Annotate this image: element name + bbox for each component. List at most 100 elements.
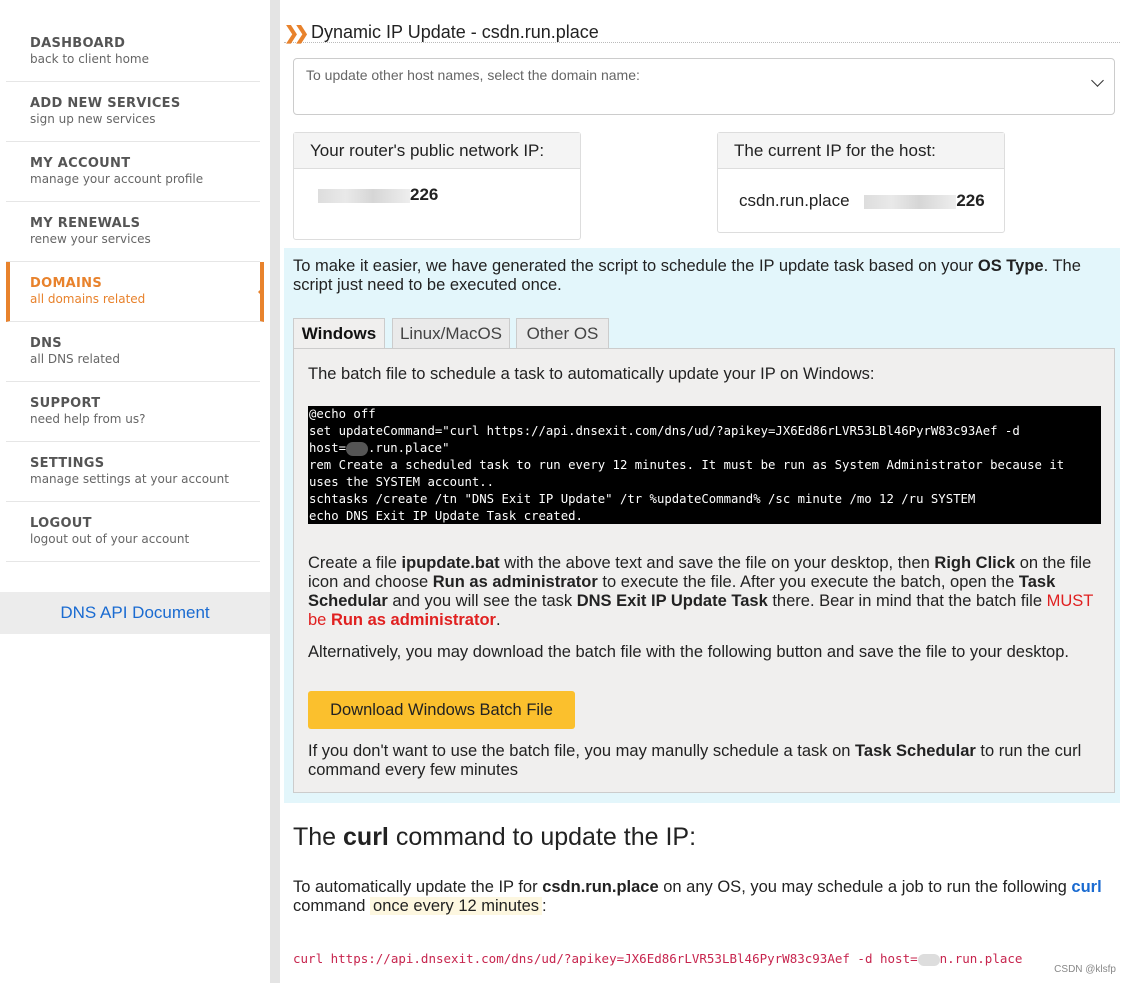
page-header: ❯❯ Dynamic IP Update - csdn.run.place xyxy=(284,22,1120,43)
sidebar-item-title: MY RENEWALS xyxy=(30,216,141,231)
alternative-text: Alternatively, you may download the batc… xyxy=(308,643,1069,661)
tab-windows[interactable]: Windows xyxy=(293,318,385,349)
manual-schedule-text: If you don't want to use the batch file,… xyxy=(308,742,1098,780)
warning-bold: Run as administrator xyxy=(330,611,496,629)
code-line: uses the SYSTEM account.. xyxy=(309,475,495,489)
text: and you will see the task xyxy=(387,592,577,610)
sidebar-item-title: DOMAINS xyxy=(30,276,103,291)
code-line: rem Create a scheduled task to run every… xyxy=(309,458,1065,472)
sidebar-item-subtitle: sign up new services xyxy=(30,112,156,126)
double-chevron-right-icon: ❯❯ xyxy=(284,23,309,43)
sidebar-item-my-account[interactable]: MY ACCOUNT manage your account profile xyxy=(6,142,260,202)
sidebar-item-title: SUPPORT xyxy=(30,396,101,411)
sidebar-item-title: ADD NEW SERVICES xyxy=(30,96,181,111)
sidebar-item-subtitle: all DNS related xyxy=(30,352,120,366)
curl-section-description: To automatically update the IP for csdn.… xyxy=(293,878,1103,916)
router-ip-suffix: 226 xyxy=(410,185,439,204)
script-intro-text: To make it easier, we have generated the… xyxy=(293,257,1103,295)
code-line: set updateCommand="curl https://api.dnse… xyxy=(309,424,1020,438)
code-line: host= xyxy=(309,441,347,455)
watermark: CSDN @klsfp xyxy=(1054,964,1116,975)
main-content: ❯❯ Dynamic IP Update - csdn.run.place To… xyxy=(284,0,1122,983)
redacted-host-blur xyxy=(917,953,940,966)
text: command xyxy=(293,897,371,915)
run-as-admin-bold: Run as administrator xyxy=(432,573,598,591)
right-click-bold: Righ Click xyxy=(934,554,1016,572)
domain-select-placeholder: To update other host names, select the d… xyxy=(306,67,640,83)
text: command to update the IP: xyxy=(388,823,697,851)
text: to execute the file. After you execute t… xyxy=(597,573,1019,591)
sidebar-item-dns[interactable]: DNS all DNS related xyxy=(6,322,260,382)
active-indicator-icon xyxy=(258,286,264,298)
sidebar-item-subtitle: need help from us? xyxy=(30,412,146,426)
sidebar-item-subtitle: manage your account profile xyxy=(30,172,204,186)
intro-bold: OS Type xyxy=(977,257,1044,275)
task-schedular-bold: Task Schedular xyxy=(855,742,976,760)
sidebar-item-subtitle: renew your services xyxy=(30,232,151,246)
text: Create a file xyxy=(308,554,402,572)
sidebar: DASHBOARD back to client home ADD NEW SER… xyxy=(0,0,270,983)
curl-section-heading: The curl command to update the IP: xyxy=(293,823,696,852)
text: : xyxy=(542,897,547,915)
dns-api-document-link[interactable]: DNS API Document xyxy=(0,592,270,634)
current-host-name: csdn.run.place xyxy=(739,191,850,210)
text: there. Bear in mind that the batch file xyxy=(767,592,1047,610)
router-ip-card: Your router's public network IP: 226 xyxy=(293,132,581,240)
code-line: schtasks /create /tn "DNS Exit IP Update… xyxy=(309,492,976,506)
current-ip-card: The current IP for the host: csdn.run.pl… xyxy=(717,132,1005,233)
redacted-host-blur xyxy=(346,441,369,456)
domain-select[interactable]: To update other host names, select the d… xyxy=(293,58,1115,115)
sidebar-item-settings[interactable]: SETTINGS manage settings at your account xyxy=(6,442,260,502)
script-info-box: To make it easier, we have generated the… xyxy=(284,248,1120,803)
sidebar-item-title: LOGOUT xyxy=(30,516,92,531)
text: To automatically update the IP for xyxy=(293,878,543,896)
redacted-ip-blur xyxy=(864,194,957,209)
curl-bold: curl xyxy=(343,823,389,851)
router-ip-card-title: Your router's public network IP: xyxy=(294,133,580,169)
sidebar-item-subtitle: logout out of your account xyxy=(30,532,190,546)
text: If you don't want to use the batch file,… xyxy=(308,742,856,760)
current-ip-value: csdn.run.place 226 xyxy=(718,169,1004,211)
sidebar-item-title: DASHBOARD xyxy=(30,36,126,51)
sidebar-item-support[interactable]: SUPPORT need help from us? xyxy=(6,382,260,442)
code-line: .run.place" xyxy=(368,441,450,455)
curl-command: curl https://api.dnsexit.com/dns/ud/?api… xyxy=(293,951,1022,966)
sidebar-item-title: SETTINGS xyxy=(30,456,105,471)
code-text: curl https://api.dnsexit.com/dns/ud/?api… xyxy=(293,951,918,966)
download-batch-file-button[interactable]: Download Windows Batch File xyxy=(308,691,575,729)
page-title: Dynamic IP Update - csdn.run.place xyxy=(311,22,599,42)
interval-highlight: once every 12 minutes xyxy=(370,897,543,915)
text: The xyxy=(293,823,344,851)
tab-other-os[interactable]: Other OS xyxy=(516,318,609,348)
windows-tab-panel: The batch file to schedule a task to aut… xyxy=(293,348,1115,793)
windows-description: The batch file to schedule a task to aut… xyxy=(308,365,875,383)
sidebar-item-subtitle: manage settings at your account xyxy=(30,472,229,486)
tab-linux-macos[interactable]: Linux/MacOS xyxy=(392,318,510,348)
sidebar-item-domains[interactable]: DOMAINS all domains related xyxy=(6,262,264,322)
current-ip-suffix: 226 xyxy=(956,191,985,210)
code-line: @echo off xyxy=(309,407,376,421)
curl-link[interactable]: curl xyxy=(1071,878,1101,896)
sidebar-item-subtitle: all domains related xyxy=(30,292,146,306)
sidebar-item-logout[interactable]: LOGOUT logout out of your account xyxy=(6,502,260,562)
windows-instructions: Create a file ipupdate.bat with the abov… xyxy=(308,554,1098,630)
sidebar-item-dashboard[interactable]: DASHBOARD back to client home xyxy=(6,22,260,82)
text: . xyxy=(495,611,501,629)
task-name-bold: DNS Exit IP Update Task xyxy=(576,592,768,610)
text: with the above text and save the file on… xyxy=(499,554,935,572)
router-ip-value: 226 xyxy=(294,169,580,205)
code-text: n.run.place xyxy=(939,951,1023,966)
hostname-bold: csdn.run.place xyxy=(542,878,659,896)
text: on any OS, you may schedule a job to run… xyxy=(658,878,1072,896)
sidebar-item-title: MY ACCOUNT xyxy=(30,156,131,171)
current-ip-card-title: The current IP for the host: xyxy=(718,133,1004,169)
sidebar-menu: DASHBOARD back to client home ADD NEW SER… xyxy=(6,22,264,562)
sidebar-item-my-renewals[interactable]: MY RENEWALS renew your services xyxy=(6,202,260,262)
sidebar-item-title: DNS xyxy=(30,336,62,351)
intro-text: To make it easier, we have generated the… xyxy=(293,257,978,275)
redacted-ip-blur xyxy=(318,188,410,203)
sidebar-item-add-new-services[interactable]: ADD NEW SERVICES sign up new services xyxy=(6,82,260,142)
chevron-down-icon xyxy=(1091,74,1104,87)
filename-bold: ipupdate.bat xyxy=(401,554,500,572)
code-line: echo DNS Exit IP Update Task created. xyxy=(309,509,583,523)
